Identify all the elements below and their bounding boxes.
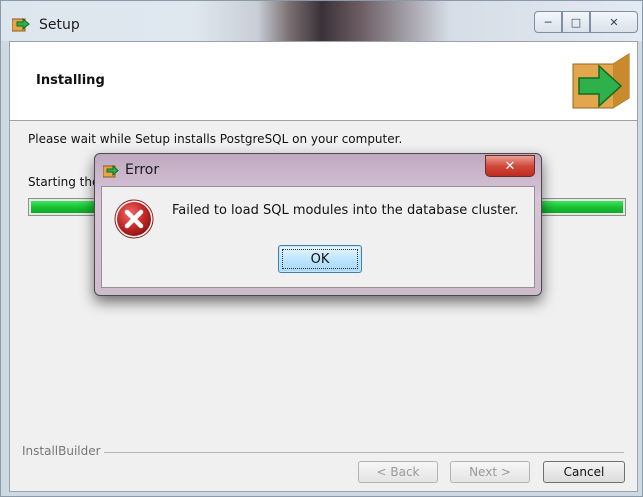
next-button[interactable]: Next > <box>450 461 530 483</box>
minimize-icon: ─ <box>544 15 552 29</box>
ok-button[interactable]: OK <box>278 245 362 273</box>
maximize-icon: □ <box>570 15 582 29</box>
cancel-button[interactable]: Cancel <box>543 461 625 483</box>
installbuilder-brand: InstallBuilder <box>22 444 101 458</box>
dialog-body: Failed to load SQL modules into the data… <box>101 186 535 288</box>
error-message: Failed to load SQL modules into the data… <box>172 203 519 218</box>
page-title: Installing <box>36 73 105 88</box>
installer-logo-icon <box>572 53 630 109</box>
cancel-button-label: Cancel <box>563 465 605 479</box>
back-button[interactable]: < Back <box>358 461 438 483</box>
footer-divider <box>104 452 624 453</box>
install-status: Starting the <box>28 175 100 189</box>
titlebar[interactable]: Setup ─ □ ✕ <box>1 1 642 41</box>
close-icon: ✕ <box>609 15 619 29</box>
dialog-title: Error <box>125 162 160 178</box>
back-button-label: < Back <box>376 465 420 479</box>
error-icon <box>114 199 154 239</box>
install-description: Please wait while Setup installs Postgre… <box>28 132 403 146</box>
ok-button-label: OK <box>310 251 330 267</box>
setup-app-icon <box>12 17 30 32</box>
dialog-close-button[interactable]: ✕ <box>485 155 535 177</box>
next-button-label: Next > <box>469 465 511 479</box>
close-button[interactable]: ✕ <box>590 11 638 33</box>
error-dialog: Error ✕ Failed to load SQL modules into … <box>94 153 542 296</box>
minimize-button[interactable]: ─ <box>534 11 562 33</box>
dialog-app-icon <box>103 164 119 178</box>
close-icon: ✕ <box>504 158 516 174</box>
page-header: Installing <box>10 42 637 121</box>
window-title: Setup <box>39 17 80 33</box>
maximize-button[interactable]: □ <box>562 11 590 33</box>
window-controls: ─ □ ✕ <box>534 11 638 33</box>
